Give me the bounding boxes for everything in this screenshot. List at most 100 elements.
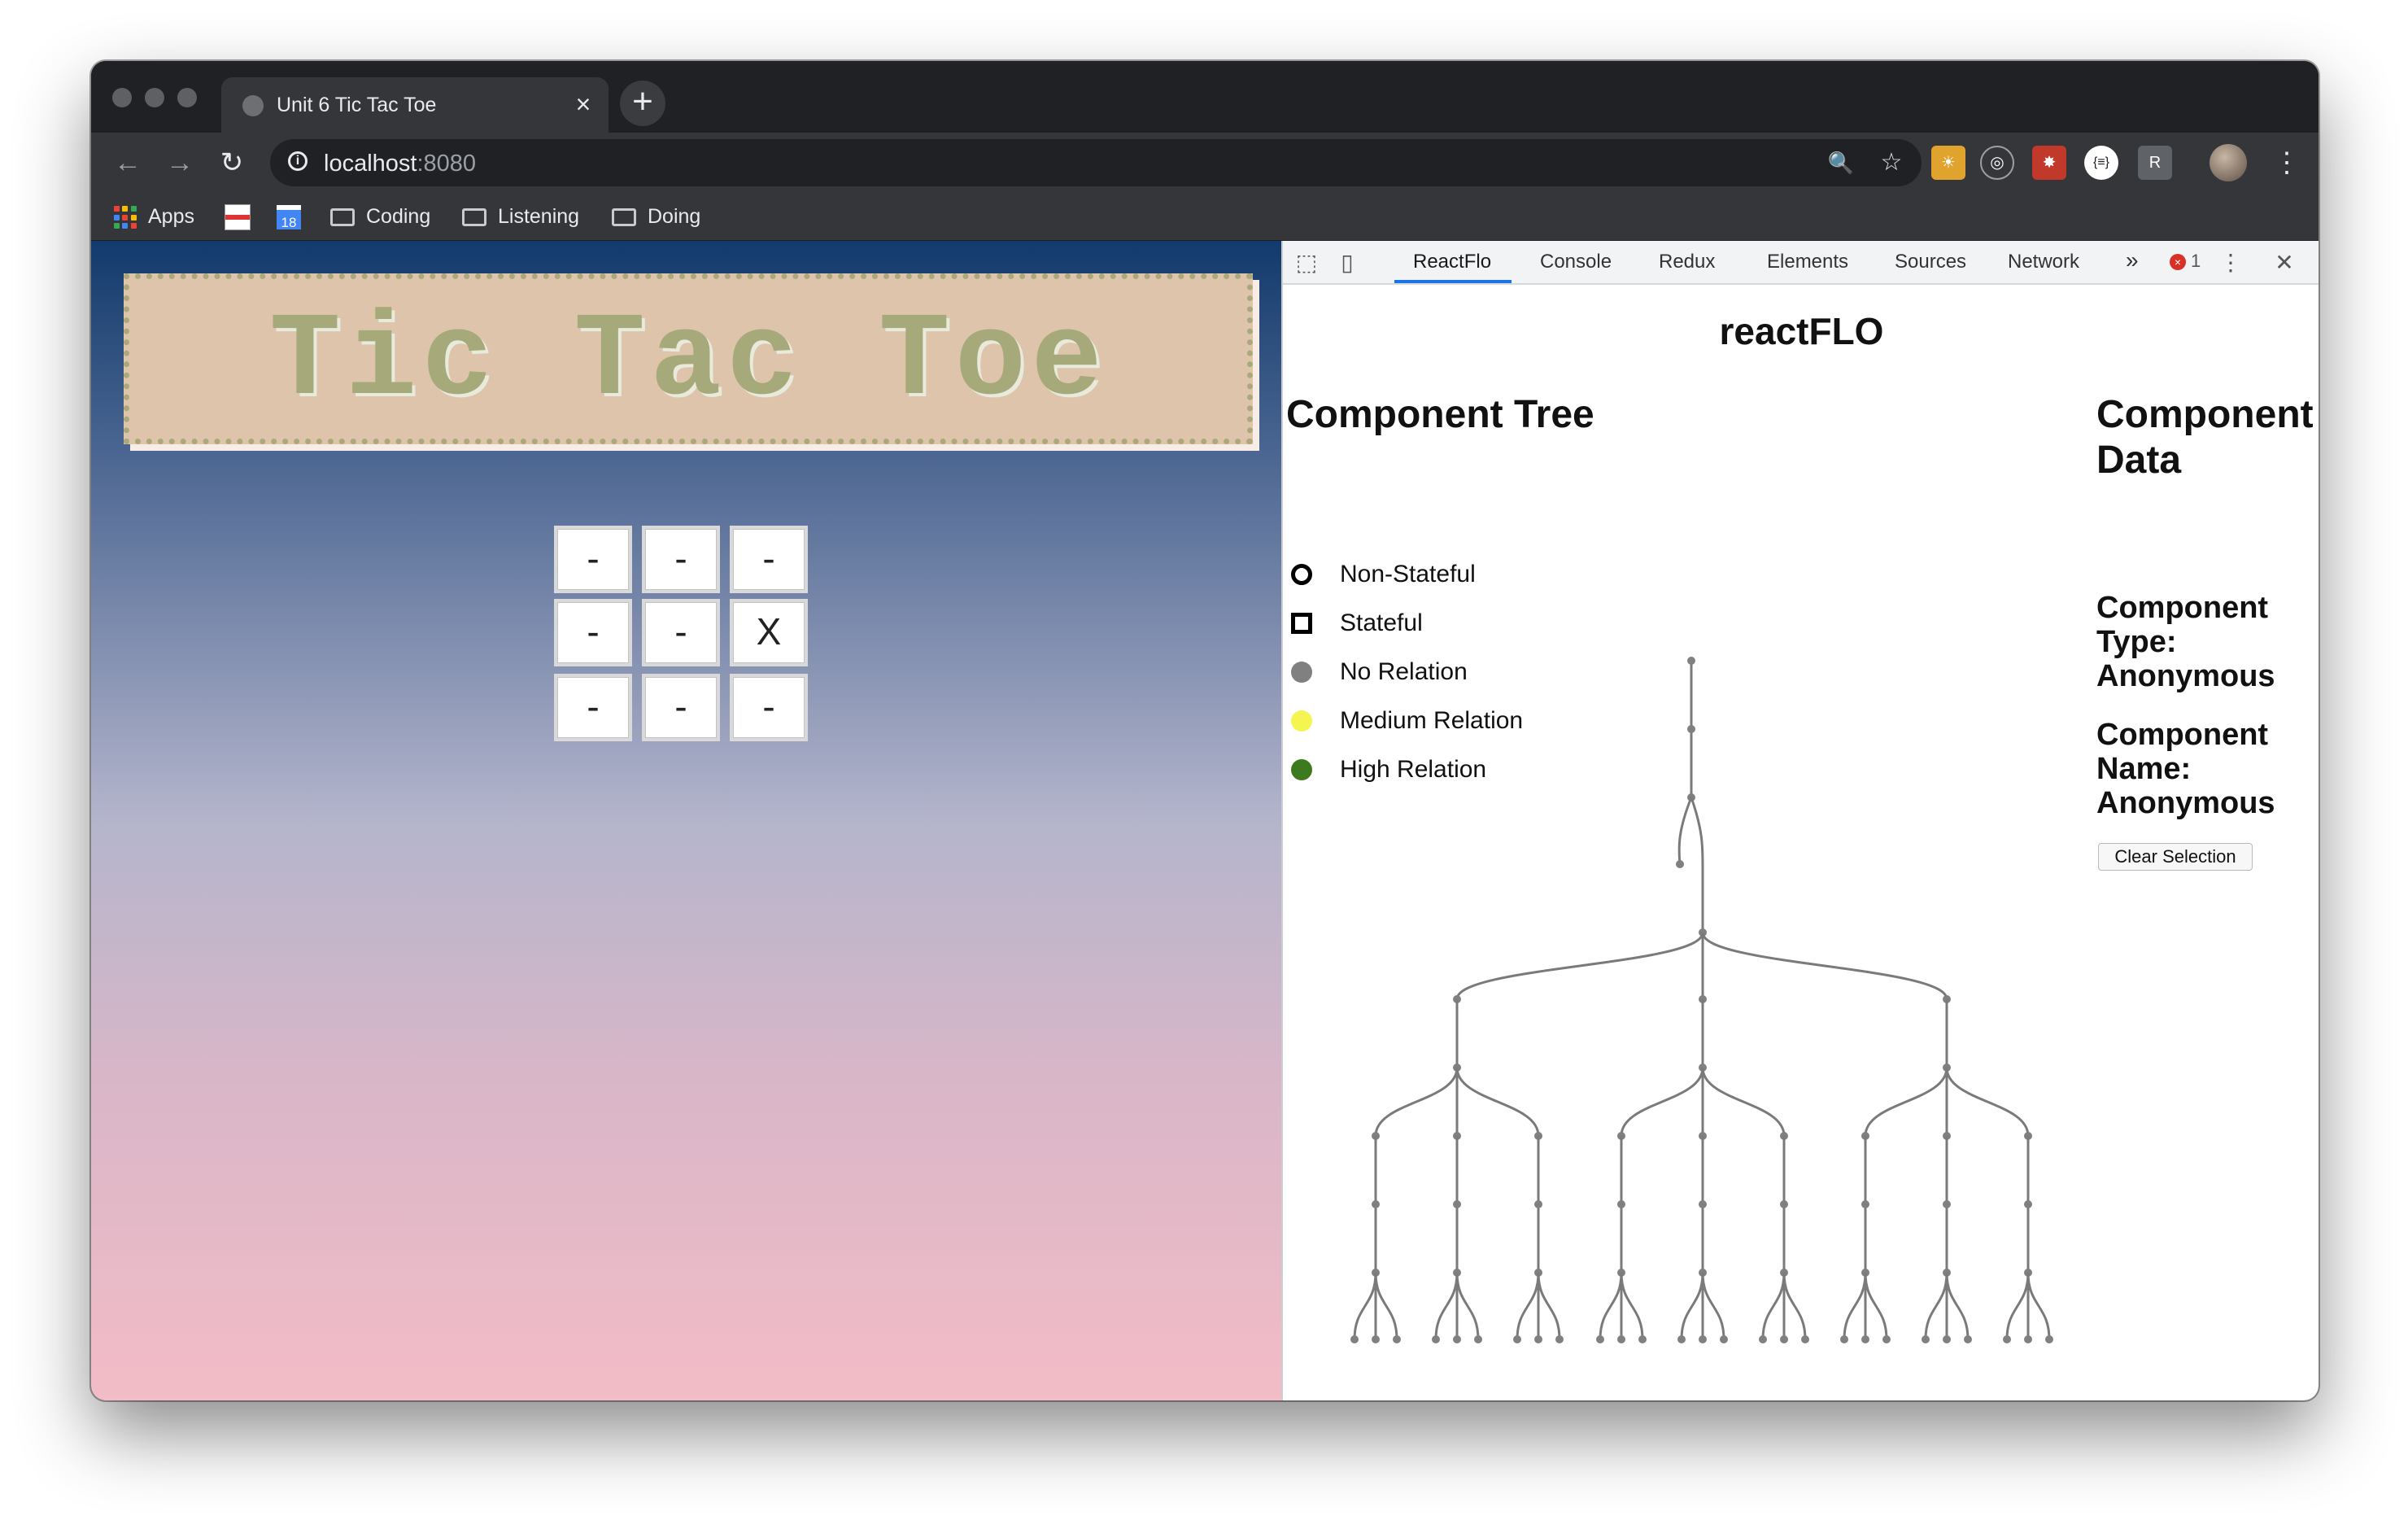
sun-extension-icon[interactable]: ☀ xyxy=(1931,146,1965,180)
bookmark-folder-listening[interactable]: Listening xyxy=(462,203,579,230)
tab-title: Unit 6 Tic Tac Toe xyxy=(277,94,437,116)
bookmark-site-icon xyxy=(225,204,251,231)
board-cell-0-0[interactable]: - xyxy=(554,526,632,593)
board-cell-1-1[interactable]: - xyxy=(642,599,720,666)
tree-node xyxy=(1882,1335,1891,1343)
r-extension-icon[interactable]: R xyxy=(2138,146,2172,180)
tree-edge xyxy=(1455,932,1704,1000)
tree-edge xyxy=(1924,1272,1948,1340)
tree-edge xyxy=(2005,1272,2030,1340)
tree-edge xyxy=(1701,932,1948,1000)
bookmark-folder-doing[interactable]: Doing xyxy=(612,203,700,230)
close-devtools-icon[interactable]: ✕ xyxy=(2271,249,2298,277)
tree-edge xyxy=(1945,1272,1970,1340)
board-cell-2-2[interactable]: - xyxy=(730,674,808,741)
bookmarks-bar: Apps 18 Coding Listening Doing xyxy=(91,193,2319,241)
address-bar[interactable]: i localhost:8080 🔍 ☆ xyxy=(270,139,1922,186)
tree-edge xyxy=(1945,1067,2030,1137)
tree-node xyxy=(1596,1335,1604,1343)
tree-edge xyxy=(1620,1067,1704,1137)
browser-tab[interactable]: Unit 6 Tic Tac Toe × xyxy=(221,77,609,133)
calendar-icon: 18 xyxy=(277,205,301,230)
tree-node xyxy=(1943,1200,1951,1208)
new-tab-button[interactable]: + xyxy=(620,81,665,126)
back-button[interactable]: ← xyxy=(107,142,148,183)
tree-node xyxy=(1513,1335,1521,1343)
close-window-button[interactable] xyxy=(112,88,132,107)
tree-node xyxy=(1840,1335,1848,1343)
component-name-value: Anonymous xyxy=(2096,786,2275,820)
tree-node xyxy=(1617,1335,1625,1343)
tree-node xyxy=(2003,1335,2011,1343)
board-cell-1-2[interactable]: X xyxy=(730,599,808,666)
tree-node xyxy=(1720,1335,1728,1343)
tree-node xyxy=(1555,1335,1564,1343)
game-title-banner: Tic Tac Toe xyxy=(124,273,1253,444)
devtools-panel: ⬚ ▯ ReactFlo Console Redux Elements Sources N… xyxy=(1281,241,2319,1400)
component-name-label: Component Name: xyxy=(2096,718,2269,786)
tree-edge xyxy=(1782,1272,1807,1340)
tree-node xyxy=(1617,1200,1625,1208)
bookmark-calendar[interactable]: 18 xyxy=(277,203,312,230)
board-cell-0-1[interactable]: - xyxy=(642,526,720,593)
tree-node xyxy=(1534,1335,1542,1343)
board-cell-0-2[interactable]: - xyxy=(730,526,808,593)
bookmark-site[interactable] xyxy=(225,203,262,231)
tree-edge xyxy=(1680,1272,1704,1340)
zoom-window-button[interactable] xyxy=(177,88,197,107)
error-counter[interactable]: × 1 xyxy=(2170,251,2201,272)
tree-node xyxy=(2045,1335,2053,1343)
board-cell-2-0[interactable]: - xyxy=(554,674,632,741)
tree-node xyxy=(1676,860,1684,868)
tree-node xyxy=(2024,1335,2032,1343)
tree-edge xyxy=(1690,797,1704,867)
target-extension-icon[interactable]: ◎ xyxy=(1980,146,2014,180)
bookmark-star-icon[interactable]: ☆ xyxy=(1874,146,1909,180)
folder-icon xyxy=(612,208,636,227)
tree-edge xyxy=(1599,1272,1623,1340)
clear-selection-button[interactable]: Clear Selection xyxy=(2098,843,2253,871)
tree-node xyxy=(1861,1200,1869,1208)
tree-node xyxy=(1780,1200,1788,1208)
tree-edge xyxy=(1864,1067,1948,1137)
apps-grid-icon xyxy=(114,206,137,229)
tree-node xyxy=(1780,1335,1788,1343)
forward-button[interactable]: → xyxy=(159,142,200,183)
tree-edge xyxy=(1374,1272,1398,1340)
tree-node xyxy=(1687,725,1695,733)
tree-node xyxy=(1372,1200,1380,1208)
tree-edge xyxy=(2026,1272,2051,1340)
tree-edge xyxy=(1434,1272,1459,1340)
bookmark-folder-coding[interactable]: Coding xyxy=(330,203,430,230)
bookmark-apps[interactable]: Apps xyxy=(114,203,194,230)
board-cell-1-0[interactable]: - xyxy=(554,599,632,666)
component-type-label: Component Type: xyxy=(2096,591,2269,659)
browser-menu-icon[interactable]: ⋮ xyxy=(2266,142,2307,183)
tree-node xyxy=(1687,657,1695,665)
info-icon[interactable]: i xyxy=(288,151,308,171)
error-icon: × xyxy=(2170,254,2186,271)
tree-node xyxy=(1699,1200,1707,1208)
tab-strip: Unit 6 Tic Tac Toe × + xyxy=(91,61,2319,133)
browser-window: Unit 6 Tic Tac Toe × + ← → ↻ i localhost… xyxy=(91,61,2319,1400)
tree-edge xyxy=(1620,1272,1644,1340)
component-type-value: Anonymous xyxy=(2096,659,2275,693)
devtools-menu-icon[interactable]: ⋮ xyxy=(2217,249,2244,277)
tree-edge xyxy=(1677,797,1693,865)
react-extension-icon[interactable]: ✸ xyxy=(2032,146,2066,180)
tree-node xyxy=(1638,1335,1647,1343)
board-cell-2-1[interactable]: - xyxy=(642,674,720,741)
globe-icon xyxy=(242,95,264,116)
profile-avatar[interactable] xyxy=(2210,144,2247,181)
tab-close-icon[interactable]: × xyxy=(569,90,597,118)
component-tree-graph[interactable] xyxy=(1283,241,2096,1400)
minimize-window-button[interactable] xyxy=(145,88,164,107)
json-extension-icon[interactable]: {≡} xyxy=(2084,146,2118,180)
tree-node xyxy=(1393,1335,1401,1343)
tree-edge xyxy=(1374,1067,1459,1137)
tree-node xyxy=(1861,1335,1869,1343)
tree-node xyxy=(1534,1200,1542,1208)
reload-button[interactable]: ↻ xyxy=(212,142,252,183)
zoom-icon[interactable]: 🔍 xyxy=(1824,146,1858,180)
more-tabs-icon[interactable]: » xyxy=(2126,247,2139,273)
